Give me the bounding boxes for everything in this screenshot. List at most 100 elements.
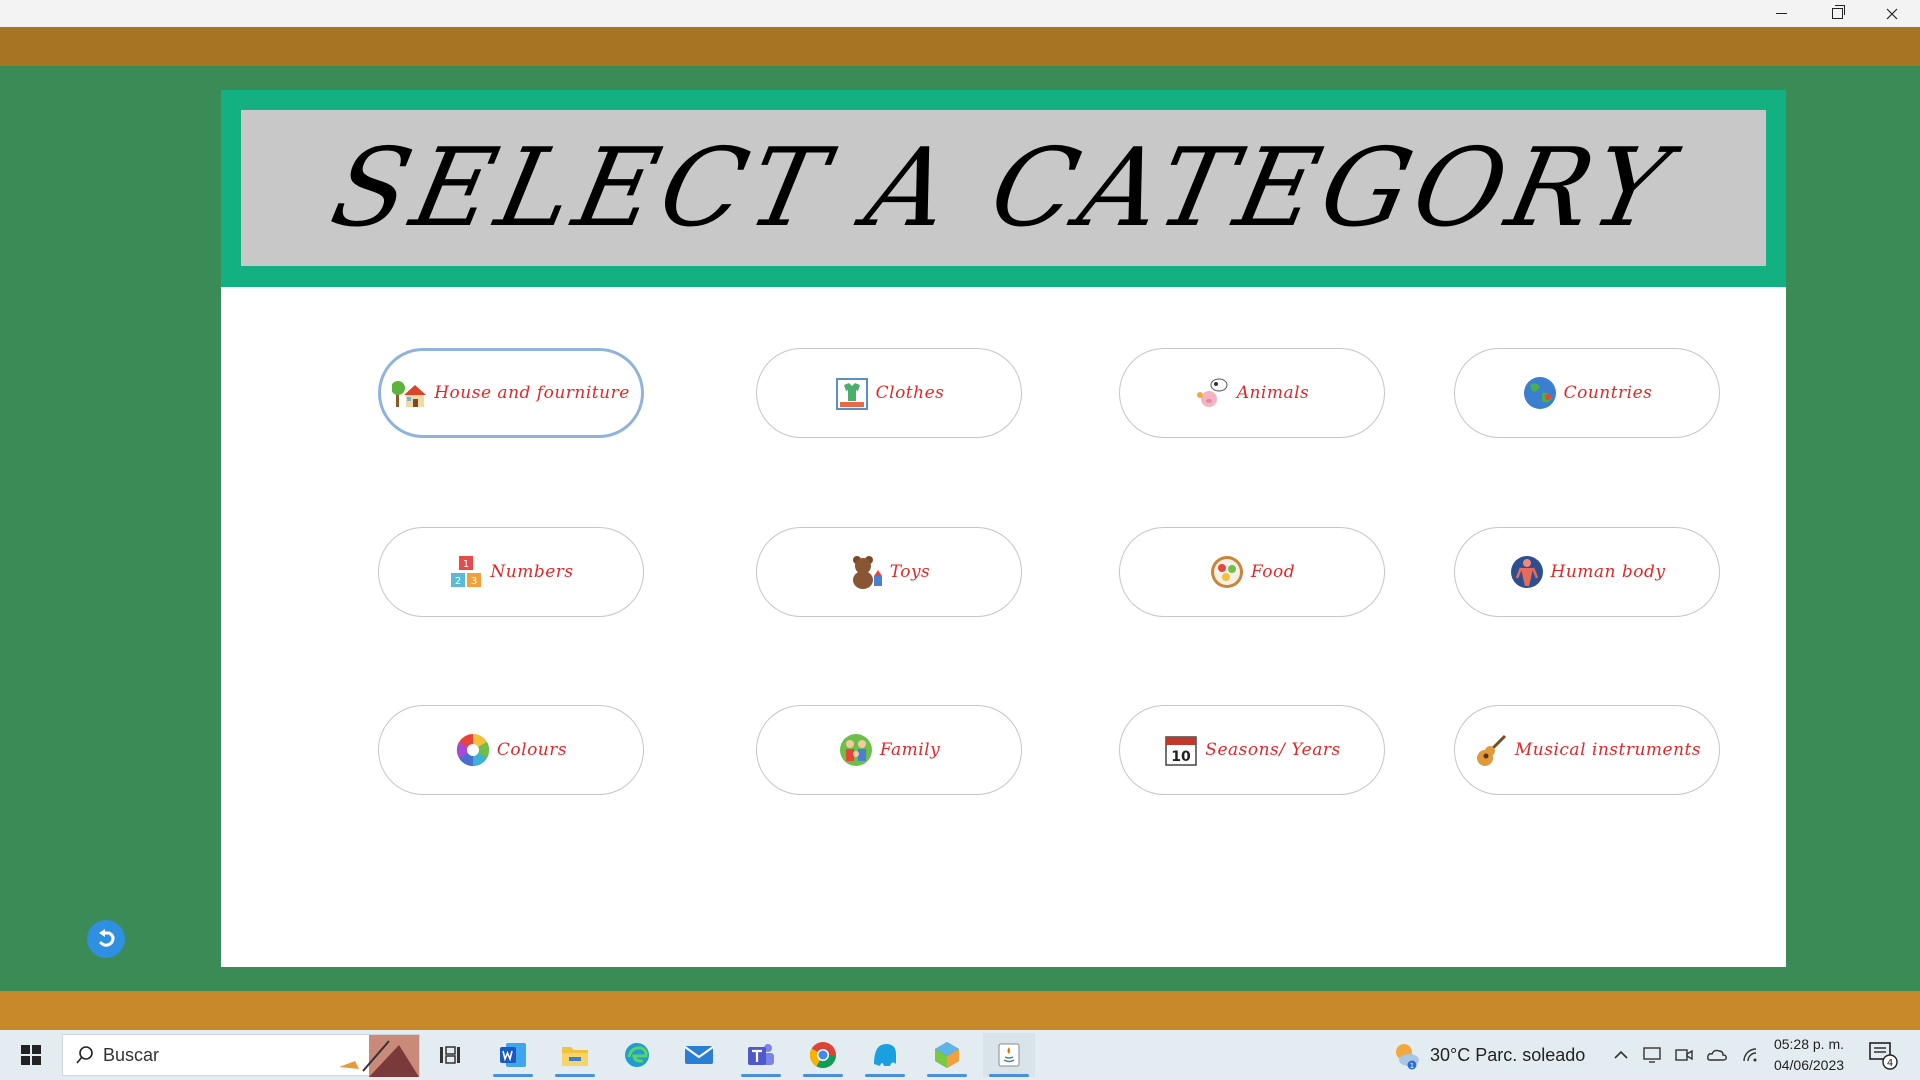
start-button[interactable]: [8, 1030, 54, 1080]
display-icon[interactable]: [1642, 1045, 1662, 1065]
blue-app-icon: [874, 1044, 896, 1066]
windows-logo-icon: [21, 1045, 41, 1065]
number-blocks-icon: 1 2 3: [451, 556, 482, 587]
category-button-food[interactable]: Food: [1119, 527, 1385, 617]
category-button-seasons-years[interactable]: 10 Seasons/ Years: [1119, 705, 1385, 795]
top-band: [0, 27, 1920, 66]
guitar-icon: [1476, 734, 1506, 766]
category-button-human-body[interactable]: Human body: [1454, 527, 1720, 617]
svg-text:3: 3: [471, 576, 477, 587]
svg-text:2: 2: [455, 576, 461, 587]
clothes-icon: [835, 378, 868, 410]
restore-button[interactable]: [1810, 0, 1864, 27]
taskbar-teams[interactable]: [735, 1033, 787, 1077]
folder-icon: [562, 1047, 588, 1066]
category-button-family[interactable]: Family: [756, 705, 1022, 795]
category-label: Toys: [889, 562, 931, 582]
taskbar-chrome[interactable]: [797, 1033, 849, 1077]
svg-text:1: 1: [463, 559, 469, 570]
category-label: Human body: [1550, 562, 1666, 582]
teddy-bear-icon: [852, 556, 882, 589]
category-label: Musical instruments: [1514, 740, 1702, 760]
java-icon: [998, 1043, 1020, 1067]
category-button-numbers[interactable]: 1 2 3 Numbers: [378, 527, 644, 617]
weather-text: 30°C Parc. soleado: [1430, 1044, 1586, 1065]
taskbar-edge[interactable]: [611, 1033, 663, 1077]
minimize-button[interactable]: [1754, 0, 1808, 27]
category-button-musical-instruments[interactable]: Musical instruments: [1454, 705, 1720, 795]
chrome-icon: [809, 1042, 837, 1069]
category-button-clothes[interactable]: Clothes: [756, 348, 1022, 438]
category-button-countries[interactable]: Countries: [1454, 348, 1720, 438]
minimize-icon: [1775, 13, 1787, 14]
taskbar-mail[interactable]: [673, 1033, 725, 1077]
window-title-bar: [0, 0, 1920, 27]
color-wheel-icon: [456, 733, 490, 767]
search-placeholder: Buscar: [103, 1044, 160, 1065]
running-indicator: [493, 1074, 533, 1077]
svg-text:10: 10: [1172, 749, 1192, 765]
wifi-icon[interactable]: [1740, 1045, 1760, 1065]
partly-sunny-icon: 1: [1396, 1044, 1419, 1070]
running-indicator: [989, 1074, 1029, 1077]
category-label: Seasons/ Years: [1205, 740, 1341, 760]
back-button[interactable]: [87, 920, 125, 958]
bottom-band: [0, 991, 1920, 1030]
word-icon: [500, 1043, 526, 1067]
back-arrow-icon: [99, 929, 115, 947]
globe-icon: [1523, 377, 1556, 409]
clock[interactable]: 05:28 p. m. 04/06/2023: [1766, 1034, 1852, 1076]
house-tree-icon: [392, 381, 427, 407]
category-label: Clothes: [875, 383, 945, 403]
notification-center-button[interactable]: 4: [1868, 1040, 1898, 1070]
running-indicator: [865, 1074, 905, 1077]
calendar-icon: 10: [1165, 736, 1198, 766]
taskbar-netbeans[interactable]: [921, 1033, 973, 1077]
family-icon: [839, 734, 872, 766]
category-label: Food: [1250, 562, 1296, 582]
category-button-animals[interactable]: Animals: [1119, 348, 1385, 438]
category-button-house[interactable]: House and fourniture: [378, 348, 644, 438]
onedrive-icon[interactable]: [1706, 1045, 1728, 1065]
category-button-toys[interactable]: Toys: [756, 527, 1022, 617]
svg-text:1: 1: [1410, 1062, 1414, 1070]
taskbar: Buscar 1 30°C Parc. soleado 05:28 p. m. …: [0, 1030, 1920, 1080]
system-tray: [1612, 1030, 1760, 1080]
taskbar-task-view[interactable]: [424, 1033, 476, 1077]
category-button-colours[interactable]: Colours: [378, 705, 644, 795]
svg-text:4: 4: [1887, 1058, 1893, 1069]
notification-icon: 4: [1869, 1042, 1898, 1070]
clock-date: 04/06/2023: [1773, 1057, 1845, 1073]
weather-widget[interactable]: 1 30°C Parc. soleado: [1392, 1030, 1585, 1080]
taskbar-java[interactable]: [983, 1033, 1035, 1077]
taskbar-search[interactable]: Buscar: [62, 1034, 420, 1077]
taskbar-word[interactable]: [487, 1033, 539, 1077]
edge-browser-icon: [625, 1043, 649, 1067]
cube-icon: [935, 1042, 959, 1068]
running-indicator: [927, 1074, 967, 1077]
task-view-icon: [440, 1046, 460, 1064]
running-indicator: [555, 1074, 595, 1077]
taskbar-file-explorer[interactable]: [549, 1033, 601, 1077]
search-highlight-illustration: [339, 1035, 419, 1077]
header-box: SELECT A CATEGORY: [241, 110, 1766, 266]
restore-icon: [1831, 5, 1845, 19]
taskbar-app-blue[interactable]: [859, 1033, 911, 1077]
human-body-icon: [1510, 556, 1543, 588]
category-label: Family: [879, 740, 941, 760]
close-icon: [1886, 8, 1898, 19]
chevron-up-icon[interactable]: [1612, 1046, 1630, 1064]
category-label: Animals: [1236, 383, 1310, 403]
mail-icon: [684, 1046, 714, 1064]
category-label: Colours: [496, 740, 568, 760]
teams-icon: [748, 1044, 774, 1065]
animals-icon: [1196, 378, 1228, 407]
header-frame: SELECT A CATEGORY: [221, 90, 1786, 287]
category-label: Numbers: [490, 562, 574, 582]
meet-camera-icon[interactable]: [1674, 1045, 1694, 1065]
category-label: Countries: [1563, 383, 1653, 403]
running-indicator: [741, 1074, 781, 1077]
page-title: SELECT A CATEGORY: [322, 125, 1685, 251]
search-icon: [76, 1046, 93, 1064]
close-button[interactable]: [1865, 0, 1919, 27]
